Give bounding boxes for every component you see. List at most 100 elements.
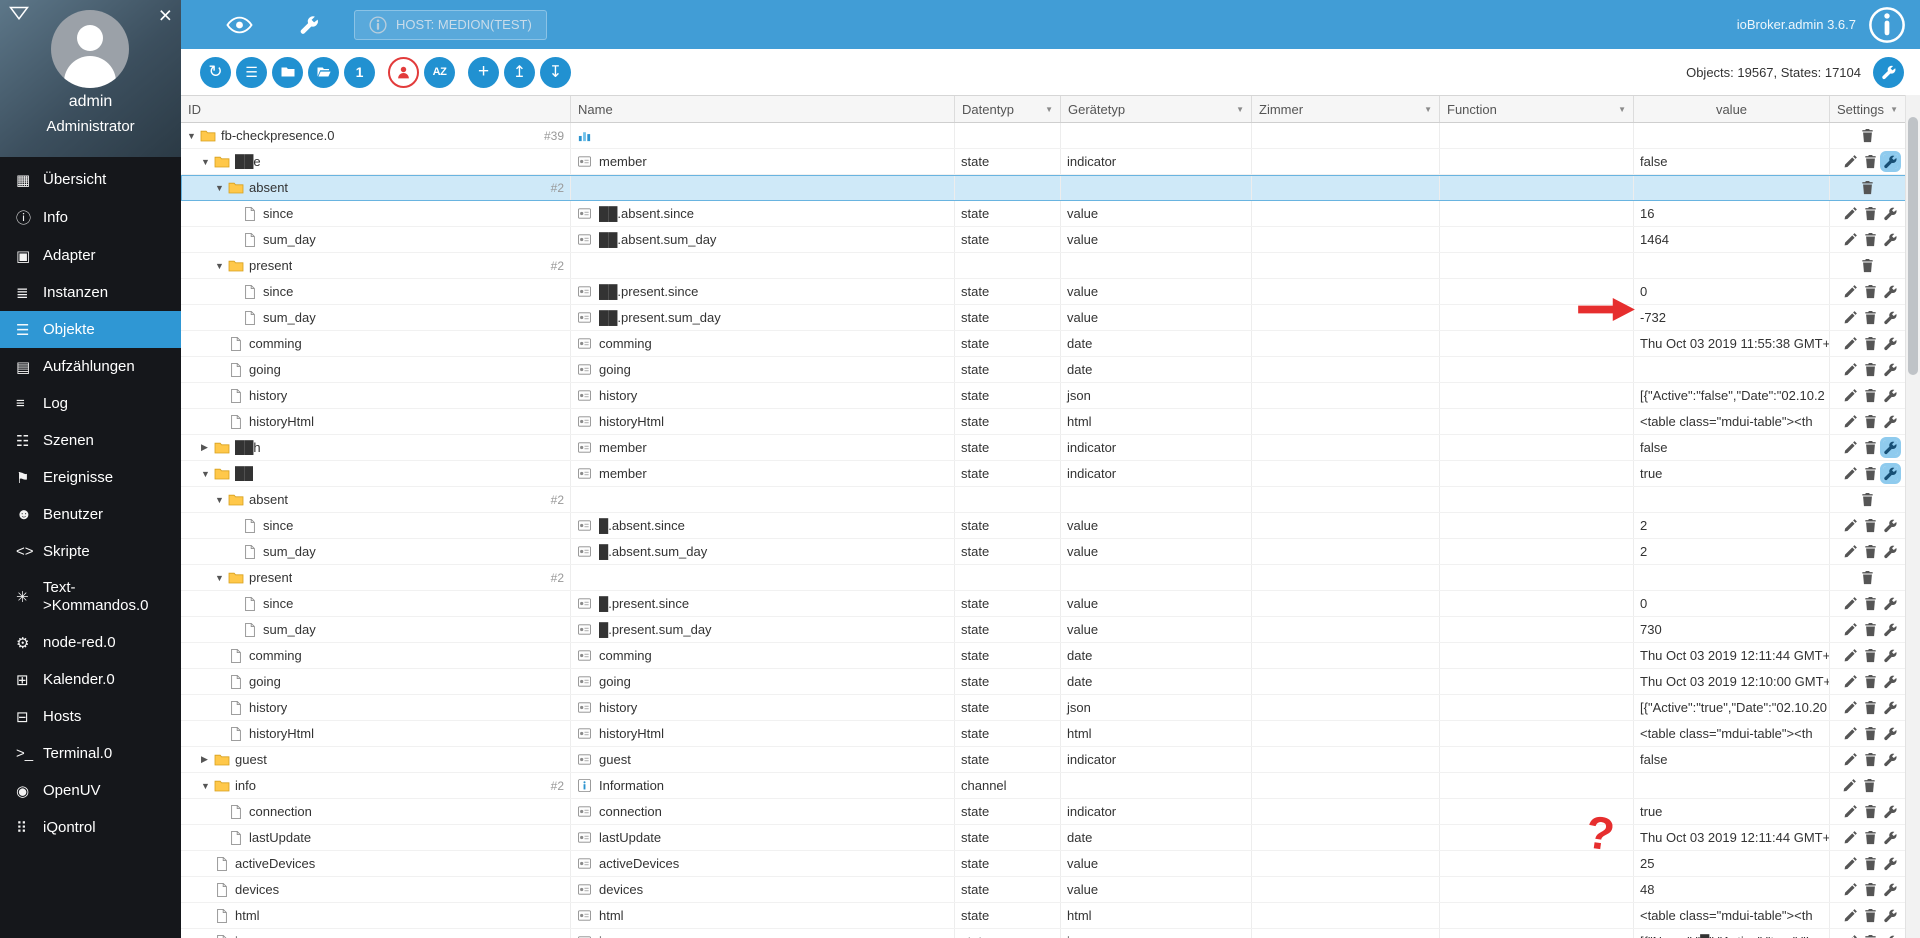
sidebar-item-log[interactable]: ≡ Log (0, 385, 181, 422)
table-row[interactable]: sum_day ██.absent.sum_day state value 1464 (181, 227, 1920, 253)
settings-wrench-icon[interactable] (1883, 648, 1898, 663)
table-row[interactable]: ▼ absent #2 (181, 487, 1920, 513)
visibility-button[interactable] (181, 16, 253, 34)
delete-icon[interactable] (1863, 232, 1878, 247)
collapse-icon[interactable]: ▼ (215, 261, 228, 271)
table-row[interactable]: comming comming state date Thu Oct 03 2019 1… (181, 643, 1920, 669)
delete-icon[interactable] (1863, 622, 1878, 637)
edit-icon[interactable] (1843, 700, 1858, 715)
column-header-ger-tetyp[interactable]: Gerätetyp ▼ (1061, 96, 1252, 122)
table-row[interactable]: history history state json [{"Active":"true"… (181, 695, 1920, 721)
table-row[interactable]: devices devices state value 48 (181, 877, 1920, 903)
sidebar-item-hosts[interactable]: ⊟ Hosts (0, 698, 181, 735)
settings-wrench-icon[interactable] (1883, 362, 1898, 377)
table-row[interactable]: jsonjsonstatejson[{"Name":"█","Active":"… (181, 929, 1920, 938)
delete-icon[interactable] (1860, 492, 1875, 507)
settings-wrench-icon[interactable] (1883, 310, 1898, 325)
sidebar-item-szenen[interactable]: ☷ Szenen (0, 422, 181, 459)
settings-wrench-icon[interactable] (1883, 804, 1898, 819)
sidebar-item-iqontrol[interactable]: ⠿ iQontrol (0, 809, 181, 846)
delete-icon[interactable] (1860, 258, 1875, 273)
vertical-scrollbar[interactable] (1905, 95, 1920, 938)
table-row[interactable]: going going state date Thu Oct 03 2019 12:10… (181, 669, 1920, 695)
sidebar-item-kalender-0[interactable]: ⊞ Kalender.0 (0, 661, 181, 698)
column-header-function[interactable]: Function ▼ (1440, 96, 1634, 122)
edit-icon[interactable] (1843, 804, 1858, 819)
table-row[interactable]: going going state date (181, 357, 1920, 383)
collapse-icon[interactable]: ▼ (215, 183, 228, 193)
edit-icon[interactable] (1843, 726, 1858, 741)
edit-icon[interactable] (1843, 674, 1858, 689)
settings-wrench-icon[interactable] (1880, 151, 1901, 172)
delete-icon[interactable] (1863, 674, 1878, 689)
delete-icon[interactable] (1863, 700, 1878, 715)
delete-icon[interactable] (1860, 128, 1875, 143)
edit-icon[interactable] (1843, 414, 1858, 429)
toolbar-list-view-button[interactable]: ☰ (236, 56, 267, 88)
settings-wrench-icon[interactable] (1883, 830, 1898, 845)
table-row[interactable]: html html state html <table class="mdui-tabl… (181, 903, 1920, 929)
filter-dropdown-icon[interactable]: ▼ (1614, 105, 1626, 114)
delete-icon[interactable] (1863, 284, 1878, 299)
collapse-icon[interactable]: ▼ (201, 157, 214, 167)
table-row[interactable]: ▼ info #2 Information channel (181, 773, 1920, 799)
table-row[interactable]: since █.absent.since state value 2 (181, 513, 1920, 539)
table-row[interactable]: ▶ ██h member state indicator false (181, 435, 1920, 461)
delete-icon[interactable] (1863, 336, 1878, 351)
delete-icon[interactable] (1860, 570, 1875, 585)
settings-wrench-icon[interactable] (1883, 934, 1898, 938)
delete-icon[interactable] (1863, 830, 1878, 845)
column-header-name[interactable]: Name (571, 96, 955, 122)
delete-icon[interactable] (1863, 154, 1878, 169)
edit-icon[interactable] (1843, 882, 1858, 897)
sidebar-item-terminal-0[interactable]: >_ Terminal.0 (0, 735, 181, 772)
sidebar-item-ereignisse[interactable]: ⚑ Ereignisse (0, 459, 181, 496)
edit-icon[interactable] (1843, 596, 1858, 611)
edit-icon[interactable] (1843, 388, 1858, 403)
sidebar-item-openuv[interactable]: ◉ OpenUV (0, 772, 181, 809)
toolbar-download-button[interactable]: ↧ (540, 56, 571, 88)
edit-icon[interactable] (1843, 752, 1858, 767)
toolbar-add-object-button[interactable]: + (468, 56, 499, 88)
edit-icon[interactable] (1843, 830, 1858, 845)
delete-icon[interactable] (1863, 440, 1878, 455)
table-row[interactable]: ▼ present #2 (181, 253, 1920, 279)
settings-wrench-icon[interactable] (1883, 336, 1898, 351)
collapse-icon[interactable]: ▼ (201, 469, 214, 479)
delete-icon[interactable] (1863, 518, 1878, 533)
delete-icon[interactable] (1862, 778, 1877, 793)
edit-icon[interactable] (1843, 648, 1858, 663)
delete-icon[interactable] (1863, 310, 1878, 325)
toolbar-upload-button[interactable]: ↥ (504, 56, 535, 88)
edit-icon[interactable] (1843, 284, 1858, 299)
column-header-id[interactable]: ID (181, 96, 571, 122)
table-row[interactable]: since █.present.since state value 0 (181, 591, 1920, 617)
delete-icon[interactable] (1860, 180, 1875, 195)
edit-icon[interactable] (1843, 466, 1858, 481)
settings-wrench-icon[interactable] (1883, 752, 1898, 767)
settings-wrench-icon[interactable] (1883, 388, 1898, 403)
settings-wrench-icon[interactable] (1880, 437, 1901, 458)
collapse-icon[interactable]: ▼ (201, 781, 214, 791)
delete-icon[interactable] (1863, 804, 1878, 819)
edit-icon[interactable] (1843, 440, 1858, 455)
sidebar-item-node-red-0[interactable]: ⚙ node-red.0 (0, 624, 181, 661)
table-row[interactable]: ▼ ██ member state indicator true (181, 461, 1920, 487)
table-row[interactable]: ▼ absent #2 (181, 175, 1920, 201)
toolbar-expand-level-1-button[interactable]: 1 (344, 56, 375, 88)
column-header-settings[interactable]: Settings ▼ (1830, 96, 1905, 122)
expand-icon[interactable]: ▶ (201, 442, 214, 453)
table-row[interactable]: historyHtml historyHtml state html <table cl… (181, 409, 1920, 435)
column-header-zimmer[interactable]: Zimmer ▼ (1252, 96, 1440, 122)
edit-icon[interactable] (1843, 908, 1858, 923)
collapse-icon[interactable]: ▼ (215, 495, 228, 505)
table-row[interactable]: sum_day █.absent.sum_day state value 2 (181, 539, 1920, 565)
edit-icon[interactable] (1843, 518, 1858, 533)
delete-icon[interactable] (1863, 466, 1878, 481)
expand-icon[interactable]: ▶ (201, 754, 214, 765)
edit-icon[interactable] (1843, 310, 1858, 325)
sidebar-item-benutzer[interactable]: ☻ Benutzer (0, 496, 181, 533)
settings-wrench-icon[interactable] (1883, 726, 1898, 741)
settings-wrench-icon[interactable] (1883, 284, 1898, 299)
sidebar-item-bersicht[interactable]: ▦ Übersicht (0, 161, 181, 198)
